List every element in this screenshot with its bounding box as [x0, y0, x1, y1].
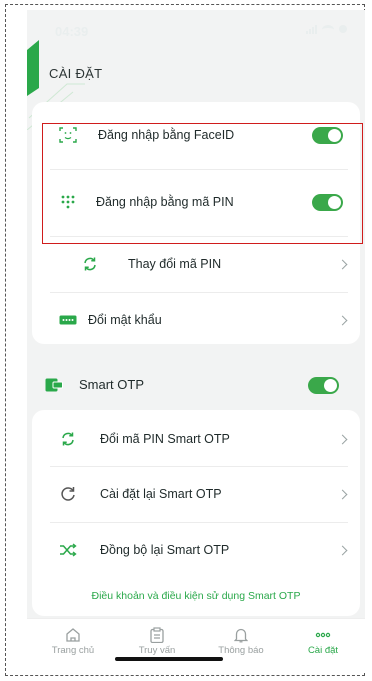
clipboard-icon — [115, 627, 199, 643]
smart-otp-card: Đổi mã PIN Smart OTP Cài đặt lại Smart O… — [32, 410, 360, 616]
settings-screen: 04:39 CÀI ĐẶT Đăng nhập bằng FaceID Đăng… — [27, 10, 365, 672]
refresh-icon — [58, 429, 78, 449]
change-password-label: Đổi mật khẩu — [88, 313, 162, 327]
sync-otp-label: Đồng bộ lại Smart OTP — [100, 543, 230, 557]
highlight-box — [42, 123, 363, 244]
wifi-icon — [322, 24, 334, 34]
change-otp-pin-row[interactable]: Đổi mã PIN Smart OTP — [32, 411, 360, 467]
tab-inquiry[interactable]: Truy vấn — [115, 627, 199, 656]
smart-otp-section-header: Smart OTP — [27, 370, 365, 400]
bottom-tab-bar: Trang chủ Truy vấn Thông báo Cài đặt — [27, 618, 365, 672]
chevron-right-icon — [337, 545, 348, 555]
status-icons — [306, 24, 347, 34]
bell-icon — [199, 627, 283, 643]
smart-otp-terms-link[interactable]: Điều khoản và điều kiện sử dụng Smart OT… — [32, 590, 360, 602]
home-icon — [31, 627, 115, 643]
sync-otp-row[interactable]: Đồng bộ lại Smart OTP — [32, 522, 360, 578]
change-pin-label: Thay đổi mã PIN — [128, 257, 222, 271]
chevron-right-icon — [337, 434, 348, 444]
password-icon — [58, 310, 78, 330]
smart-otp-icon — [45, 378, 63, 397]
tab-notifications[interactable]: Thông báo — [199, 627, 283, 656]
status-time: 04:39 — [55, 24, 89, 39]
smart-otp-toggle[interactable] — [308, 377, 339, 394]
reset-icon — [58, 484, 78, 504]
refresh-icon — [80, 254, 100, 274]
more-dots-icon — [281, 627, 365, 643]
chevron-right-icon — [337, 259, 348, 269]
reset-otp-label: Cài đặt lại Smart OTP — [100, 487, 222, 501]
change-otp-pin-label: Đổi mã PIN Smart OTP — [100, 432, 230, 446]
battery-icon — [339, 25, 347, 33]
tab-home[interactable]: Trang chủ — [31, 627, 115, 656]
tab-settings-label: Cài đặt — [307, 645, 339, 656]
shuffle-sync-icon — [58, 540, 78, 560]
page-title: CÀI ĐẶT — [49, 66, 103, 81]
change-pin-row[interactable]: Thay đổi mã PIN — [32, 236, 360, 292]
tab-home-label: Trang chủ — [51, 645, 95, 656]
home-indicator — [115, 657, 223, 661]
smart-otp-label: Smart OTP — [79, 377, 145, 392]
chevron-right-icon — [337, 315, 348, 325]
tab-settings[interactable]: Cài đặt — [281, 627, 365, 656]
chevron-right-icon — [337, 489, 348, 499]
tab-notifications-label: Thông báo — [218, 645, 264, 656]
change-password-row[interactable]: Đổi mật khẩu — [32, 292, 360, 348]
tab-inquiry-label: Truy vấn — [138, 645, 176, 656]
signal-icon — [306, 24, 317, 34]
reset-otp-row[interactable]: Cài đặt lại Smart OTP — [32, 466, 360, 522]
